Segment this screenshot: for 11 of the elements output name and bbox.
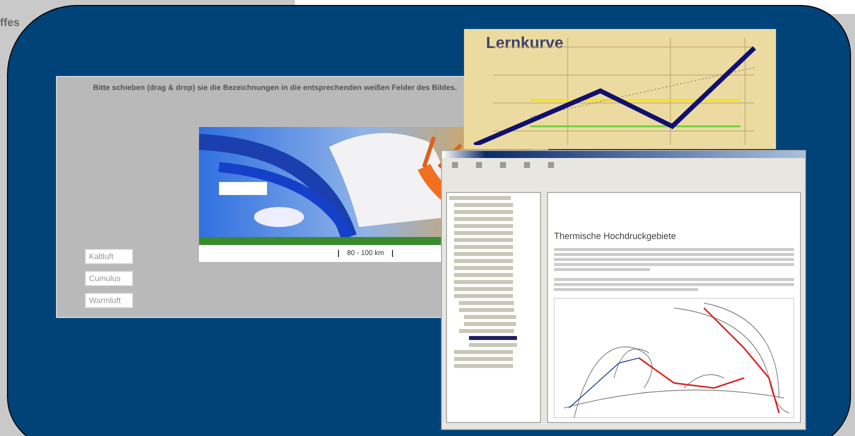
chart-title: Lernkurve [486,35,564,53]
toolbar-icon[interactable] [474,160,484,170]
toolbar-icon[interactable] [522,160,532,170]
drag-label[interactable]: Warmluft [85,293,133,308]
topic-heading: Thermische Hochdruckgebiete [554,231,678,241]
toolbar-icon[interactable] [498,160,508,170]
page-text-fragment: ffes [0,17,20,29]
toolbar-icon[interactable] [450,160,460,170]
toolbar-icon[interactable] [546,160,556,170]
drag-label[interactable]: Kaltluft [85,249,133,264]
drag-label[interactable]: Cumulus [85,271,133,286]
